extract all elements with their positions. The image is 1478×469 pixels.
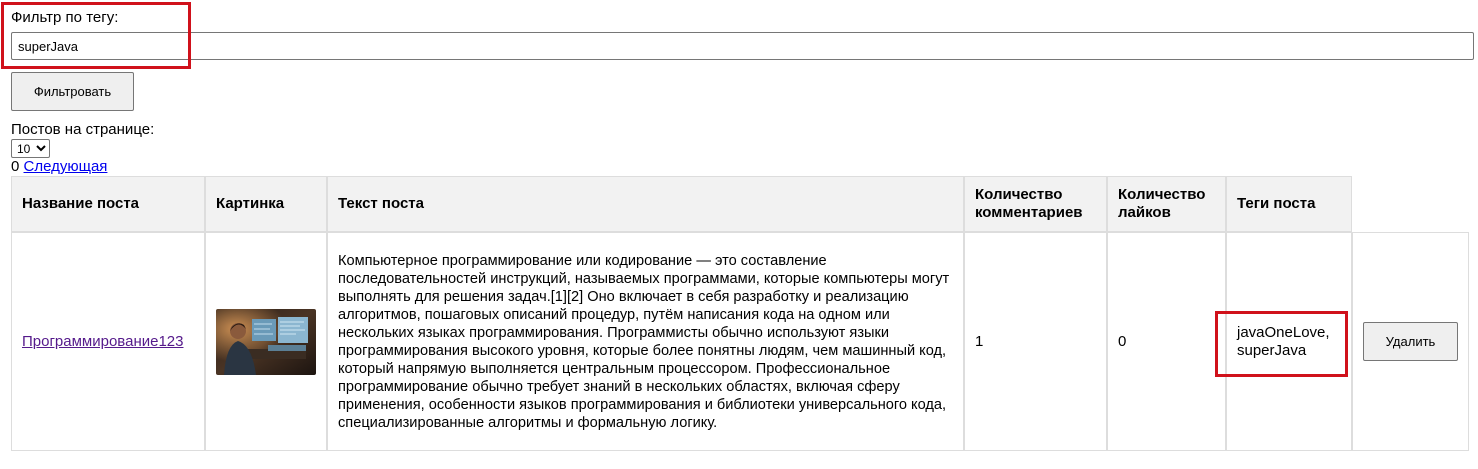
table-row: Программирование123 Компьютерное програм…	[11, 232, 1469, 451]
filter-block: Фильтр по тегу:	[10, 8, 118, 28]
post-text-cell: Компьютерное программирование или кодиро…	[327, 232, 964, 451]
post-tags-cell: javaOneLove, superJava	[1226, 232, 1352, 451]
post-text: Компьютерное программирование или кодиро…	[338, 252, 950, 431]
header-image: Картинка	[205, 176, 327, 232]
filter-button[interactable]: Фильтровать	[11, 72, 134, 111]
programmer-photo-icon	[216, 308, 316, 375]
posts-table: Название поста Картинка Текст поста Коли…	[11, 176, 1469, 451]
header-title: Название поста	[11, 176, 205, 232]
post-actions-cell: Удалить	[1352, 232, 1469, 451]
post-comments-count: 1	[964, 232, 1107, 451]
header-likes: Количество лайков	[1107, 176, 1226, 232]
tag-filter-input[interactable]	[11, 32, 1474, 60]
pagination: 0 Следующая	[11, 157, 107, 177]
post-likes-count: 0	[1107, 232, 1226, 451]
post-tags: javaOneLove, superJava	[1237, 323, 1330, 359]
posts-per-page-label: Постов на странице:	[11, 121, 155, 138]
delete-post-button[interactable]: Удалить	[1363, 322, 1458, 361]
post-title-cell: Программирование123	[11, 232, 205, 451]
table-header-row: Название поста Картинка Текст поста Коли…	[11, 176, 1469, 232]
header-comments: Количество комментариев	[964, 176, 1107, 232]
header-tags: Теги поста	[1226, 176, 1352, 232]
posts-per-page-select[interactable]: 10	[11, 139, 50, 158]
next-page-link[interactable]: Следующая	[24, 158, 108, 175]
post-image-cell	[205, 232, 327, 451]
post-title-link[interactable]: Программирование123	[22, 333, 183, 350]
filter-label: Фильтр по тегу:	[11, 9, 119, 26]
current-page-number: 0	[11, 158, 20, 175]
header-text: Текст поста	[327, 176, 964, 232]
header-actions	[1352, 176, 1469, 232]
